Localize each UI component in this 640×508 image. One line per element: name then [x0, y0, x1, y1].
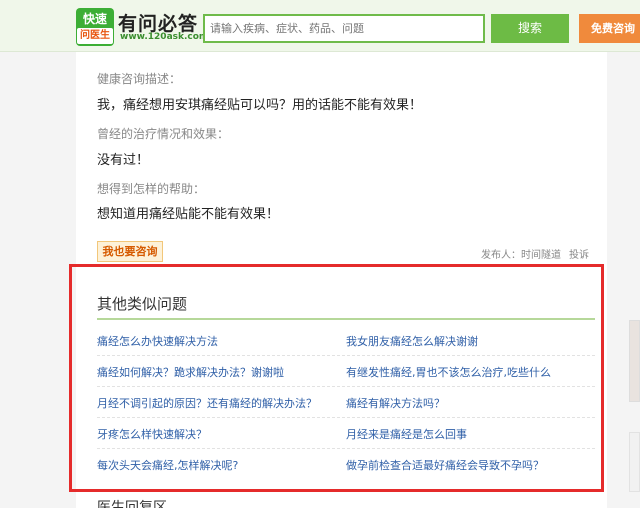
logo-url: www.120ask.com — [120, 32, 209, 42]
row-divider — [97, 417, 595, 418]
ask-too-button[interactable]: 我也要咨询 — [97, 241, 163, 262]
history-text: 没有过！ — [97, 153, 150, 168]
related-link[interactable]: 牙疼怎么样快速解决？ — [97, 426, 207, 442]
desc-text: 我，痛经想用安琪痛经贴可以吗？用的话能不能有效果！ — [97, 98, 423, 113]
top-header: 快速 问医生 有问必答 www.120ask.com 搜索 免费咨询 — [0, 0, 640, 52]
related-link[interactable]: 有继发性痛经,胃也不该怎么治疗,吃些什么 — [346, 364, 551, 380]
logo-badge-bottom: 问医生 — [77, 28, 113, 44]
related-link[interactable]: 每次头天会痛经,怎样解决呢? — [97, 457, 238, 473]
desc-label: 健康咨询描述： — [97, 72, 182, 86]
related-link[interactable]: 做孕前检查合适最好痛经会导致不孕吗？ — [346, 457, 544, 473]
free-consult-button[interactable]: 免费咨询 — [579, 14, 640, 43]
title-divider — [97, 318, 595, 320]
row-divider — [97, 386, 595, 387]
related-link[interactable]: 月经来是痛经是怎么回事 — [346, 426, 467, 442]
related-link[interactable]: 我女朋友痛经怎么解决谢谢 — [346, 333, 478, 349]
related-link[interactable]: 痛经有解决方法吗？ — [346, 395, 445, 411]
logo-badge-top: 快速 — [82, 12, 107, 26]
search-button[interactable]: 搜索 — [491, 14, 569, 43]
row-divider — [97, 448, 595, 449]
publisher-label: 发布人： — [481, 250, 521, 261]
doctor-reply-title: 医生回复区 — [97, 500, 167, 508]
sidebar-panel — [629, 432, 640, 492]
related-questions-title: 其他类似问题 — [97, 295, 188, 313]
report-link[interactable]: 投诉 — [569, 246, 589, 261]
related-link[interactable]: 痛经如何解决？跪求解决办法？谢谢啦 — [97, 364, 284, 380]
logo-badge[interactable]: 快速 问医生 — [76, 8, 114, 46]
related-link[interactable]: 痛经怎么办快速解决方法 — [97, 333, 218, 349]
related-link[interactable]: 月经不调引起的原因？还有痛经的解决办法？ — [97, 395, 317, 411]
search-input[interactable] — [203, 14, 485, 43]
help-text: 想知道用痛经贴能不能有效果！ — [97, 207, 280, 222]
sidebar-thumbnail[interactable] — [629, 320, 640, 402]
help-label: 想得到怎样的帮助： — [97, 182, 206, 196]
publisher-name[interactable]: 时间隧道 — [521, 246, 561, 261]
history-label: 曾经的治疗情况和效果： — [97, 127, 230, 141]
row-divider — [97, 355, 595, 356]
